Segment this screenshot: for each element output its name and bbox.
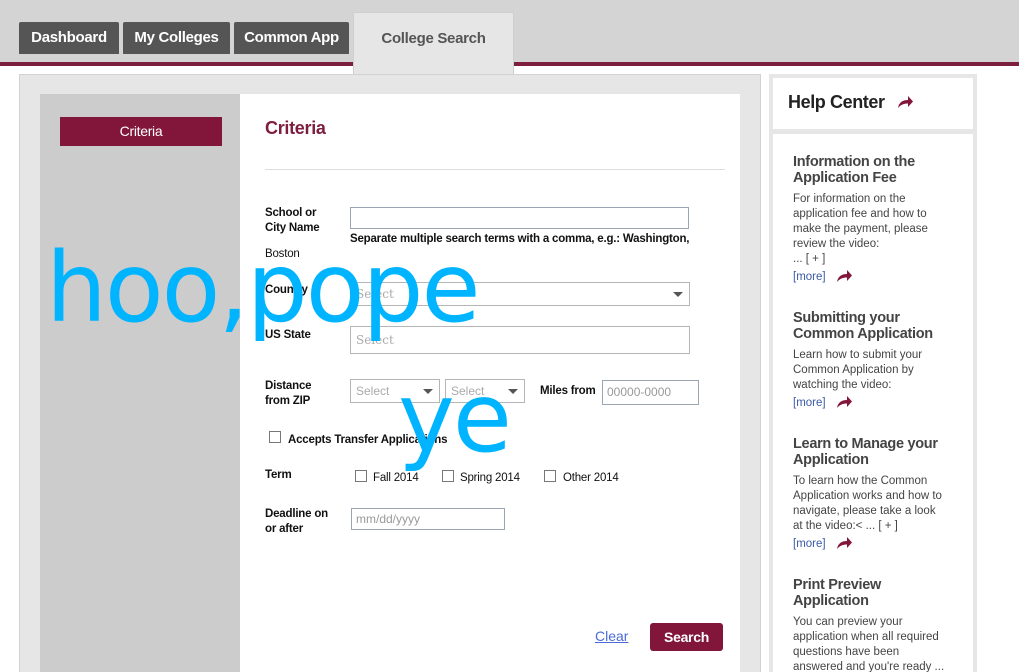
help-item-title[interactable]: Submitting your Common Application <box>793 310 933 342</box>
transfer-checkbox[interactable] <box>269 431 281 443</box>
tab-college-search[interactable]: College Search <box>353 12 514 74</box>
redirect-arrow-icon <box>898 96 913 108</box>
deadline-input[interactable]: mm/dd/yyyy <box>351 508 505 530</box>
distance-label: Distance from ZIP <box>265 380 312 407</box>
help-more-link[interactable]: [more] <box>793 397 826 409</box>
heading-divider <box>265 169 725 170</box>
clear-link[interactable]: Clear <box>595 628 628 644</box>
deadline-label: Deadline on or after <box>265 508 328 535</box>
tab-my-colleges[interactable]: My Colleges <box>123 22 230 54</box>
criteria-button[interactable]: Criteria <box>60 117 222 146</box>
overlay-text-line-1: hoo,pope <box>46 232 480 344</box>
overlay-text-line-2: ye <box>398 362 512 474</box>
miles-from-label: Miles from <box>540 385 596 397</box>
tab-common-app[interactable]: Common App <box>234 22 349 54</box>
help-item-title[interactable]: Print Preview Application <box>793 577 881 609</box>
zip-input[interactable]: 00000-0000 <box>602 380 699 405</box>
help-more-link[interactable]: [more] <box>793 538 826 550</box>
help-more-link[interactable]: [more] <box>793 271 826 283</box>
help-item-text: You can preview your application when al… <box>793 616 945 672</box>
help-item-text: Learn how to submit your Common Applicat… <box>793 349 923 391</box>
help-center-title: Help Center <box>788 92 885 112</box>
help-item-title[interactable]: Information on the Application Fee <box>793 154 915 186</box>
term-label: Term <box>265 469 292 481</box>
redirect-arrow-icon[interactable] <box>835 536 853 550</box>
search-button[interactable]: Search <box>650 623 723 651</box>
help-item-text: To learn how the Common Application work… <box>793 475 942 532</box>
search-sidebar <box>40 94 240 672</box>
form-heading: Criteria <box>265 118 326 138</box>
fall-2014-checkbox[interactable] <box>355 470 367 482</box>
other-2014-checkbox[interactable] <box>544 470 556 482</box>
help-item-title[interactable]: Learn to Manage your Application <box>793 436 938 468</box>
school-input[interactable] <box>350 207 689 229</box>
other-2014-label: Other 2014 <box>563 472 619 484</box>
chevron-down-icon <box>673 292 683 297</box>
redirect-arrow-icon[interactable] <box>835 395 853 409</box>
help-item-text: For information on the application fee a… <box>793 193 928 265</box>
tab-dashboard[interactable]: Dashboard <box>19 22 119 54</box>
redirect-arrow-icon[interactable] <box>835 269 853 283</box>
